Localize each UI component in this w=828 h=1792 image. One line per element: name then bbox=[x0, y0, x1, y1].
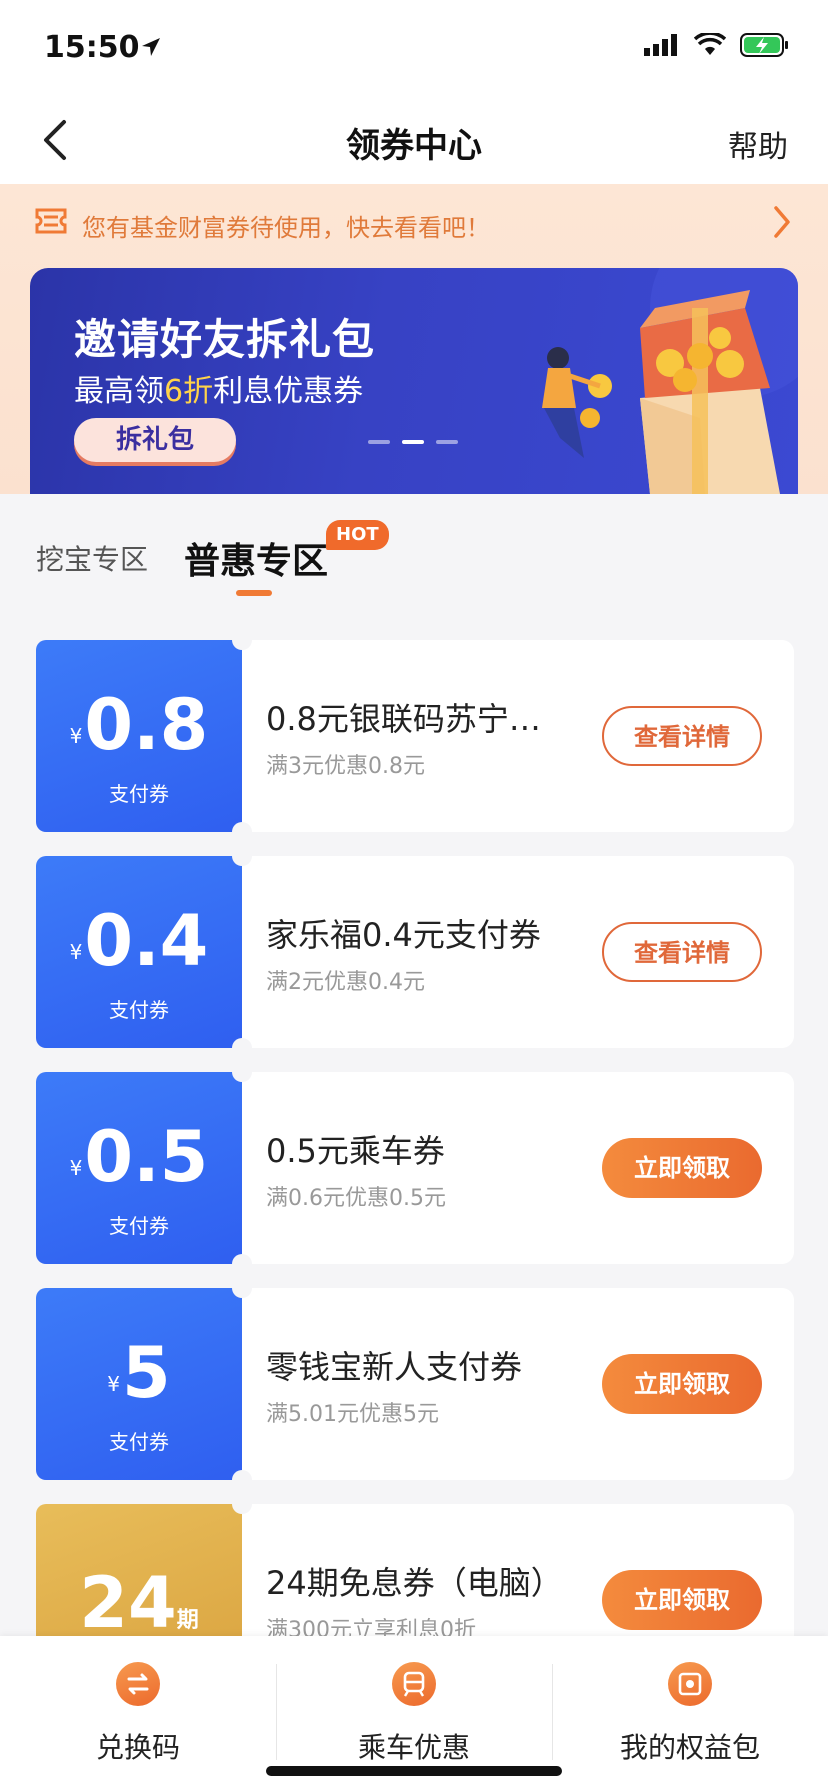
coupon-amount: ¥0.5 bbox=[36, 1122, 242, 1192]
benefit-pack-icon bbox=[668, 1662, 712, 1706]
exchange-icon bbox=[116, 1662, 160, 1706]
coupon-notch bbox=[232, 630, 252, 650]
coupon-notch bbox=[232, 846, 252, 866]
location-arrow-icon bbox=[142, 38, 160, 56]
status-bar: 15:50 bbox=[0, 0, 828, 96]
promo-area: 您有基金财富券待使用，快去看看吧！ 邀请好友拆礼包 最高领6折利息优惠券 拆礼包 bbox=[0, 184, 828, 494]
coupon-amount-unit: 期 bbox=[176, 1608, 199, 1633]
coupon-amount-value: 5 bbox=[122, 1332, 171, 1414]
active-tab-indicator bbox=[236, 590, 272, 596]
notice-text: 您有基金财富券待使用，快去看看吧！ bbox=[82, 214, 490, 242]
coupon-name: 零钱宝新人支付券 bbox=[266, 1348, 523, 1386]
coupon-name: 24期免息券（电脑） bbox=[266, 1564, 563, 1602]
carousel-dots bbox=[368, 440, 458, 444]
chevron-right-icon bbox=[774, 206, 790, 238]
coupon-amount: 24期 bbox=[36, 1568, 242, 1638]
tab-treasure[interactable]: 挖宝专区 bbox=[36, 538, 148, 578]
coupon-kind: 支付券 bbox=[109, 782, 169, 806]
status-time: 15:50 bbox=[44, 30, 140, 65]
coupon-value-panel: ¥0.8 支付券 bbox=[36, 640, 242, 832]
exchange-code-label: 兑换码 bbox=[95, 1731, 180, 1764]
coupon-notch bbox=[232, 1062, 252, 1082]
coupon-amount: ¥0.8 bbox=[36, 690, 242, 760]
coupon-notch bbox=[232, 1278, 252, 1298]
tab-inclusive[interactable]: 普惠专区 bbox=[184, 532, 328, 584]
wifi-icon bbox=[694, 33, 726, 55]
coupon-notch bbox=[232, 822, 252, 842]
carousel-dot bbox=[368, 440, 390, 444]
banner-subtitle: 最高领6折利息优惠券 bbox=[74, 366, 363, 410]
banner-subtitle-post: 利息优惠券 bbox=[213, 374, 364, 409]
battery-charging-icon bbox=[740, 33, 788, 57]
currency-symbol: ¥ bbox=[107, 1372, 120, 1396]
coupon-amount: ¥5 bbox=[36, 1338, 242, 1408]
coupon-value-panel: ¥0.4 支付券 bbox=[36, 856, 242, 1048]
currency-symbol: ¥ bbox=[69, 940, 83, 964]
coupon-amount: ¥0.4 bbox=[36, 906, 242, 976]
coupon-value-panel: ¥5 支付券 bbox=[36, 1288, 242, 1480]
coupon-card: ¥0.8 支付券 0.8元银联码苏宁… 满3元优惠0.8元 查看详情 bbox=[36, 630, 794, 842]
coupon-name: 0.5元乘车券 bbox=[266, 1132, 445, 1170]
ride-discount-label: 乘车优惠 bbox=[357, 1731, 470, 1764]
coupon-info-panel: 0.8元银联码苏宁… 满3元优惠0.8元 查看详情 bbox=[242, 640, 794, 832]
coupon-name: 家乐福0.4元支付券 bbox=[266, 916, 541, 954]
tab-bar: 挖宝专区 普惠专区 HOT bbox=[0, 494, 828, 604]
gift-box-illustration bbox=[542, 268, 798, 494]
coupon-amount-value: 0.8 bbox=[84, 684, 209, 766]
coupon-notch bbox=[232, 1494, 252, 1514]
claim-now-button[interactable]: 立即领取 bbox=[602, 1354, 762, 1414]
nav-bar: 领券中心 帮助 bbox=[0, 96, 828, 184]
my-benefits-label: 我的权益包 bbox=[619, 1731, 760, 1764]
coupon-card: ¥5 支付券 零钱宝新人支付券 满5.01元优惠5元 立即领取 bbox=[36, 1278, 794, 1490]
coupon-amount-value: 0.4 bbox=[84, 900, 209, 982]
my-benefits-button[interactable]: 我的权益包 bbox=[552, 1636, 828, 1776]
exchange-code-button[interactable]: 兑换码 bbox=[0, 1636, 276, 1776]
ride-discount-button[interactable]: 乘车优惠 bbox=[276, 1636, 552, 1776]
currency-symbol: ¥ bbox=[69, 724, 83, 748]
ticket-icon bbox=[35, 208, 67, 234]
coupon-card: ¥0.4 支付券 家乐福0.4元支付券 满2元优惠0.4元 查看详情 bbox=[36, 846, 794, 1058]
coupon-kind: 支付券 bbox=[109, 1214, 169, 1238]
page-title: 领券中心 bbox=[346, 126, 482, 166]
view-details-button[interactable]: 查看详情 bbox=[602, 706, 762, 766]
coupon-condition: 满5.01元优惠5元 bbox=[266, 1402, 439, 1427]
carousel-dot-active bbox=[402, 440, 424, 444]
carousel-dot bbox=[436, 440, 458, 444]
coupon-condition: 满2元优惠0.4元 bbox=[266, 970, 425, 995]
coupon-notch bbox=[232, 1470, 252, 1490]
invite-banner[interactable]: 邀请好友拆礼包 最高领6折利息优惠券 拆礼包 bbox=[30, 268, 798, 494]
coupon-notch bbox=[232, 1038, 252, 1058]
coupon-info-panel: 零钱宝新人支付券 满5.01元优惠5元 立即领取 bbox=[242, 1288, 794, 1480]
banner-subtitle-highlight: 6折 bbox=[164, 374, 214, 409]
currency-symbol: ¥ bbox=[69, 1156, 83, 1180]
coupon-value-panel: ¥0.5 支付券 bbox=[36, 1072, 242, 1264]
train-icon bbox=[392, 1662, 436, 1706]
coupon-name: 0.8元银联码苏宁… bbox=[266, 700, 541, 738]
claim-now-button[interactable]: 立即领取 bbox=[602, 1570, 762, 1630]
banner-title: 邀请好友拆礼包 bbox=[74, 315, 376, 364]
notice-bar[interactable]: 您有基金财富券待使用，快去看看吧！ bbox=[0, 184, 828, 264]
coupon-amount-value: 24 bbox=[79, 1562, 177, 1644]
coupon-condition: 满0.6元优惠0.5元 bbox=[266, 1186, 446, 1211]
banner-subtitle-pre: 最高领 bbox=[74, 374, 164, 409]
coupon-info-panel: 0.5元乘车券 满0.6元优惠0.5元 立即领取 bbox=[242, 1072, 794, 1264]
coupon-condition: 满3元优惠0.8元 bbox=[266, 754, 425, 779]
coupon-kind: 支付券 bbox=[109, 998, 169, 1022]
coupon-amount-value: 0.5 bbox=[84, 1116, 209, 1198]
help-button[interactable]: 帮助 bbox=[728, 122, 788, 166]
open-gift-button[interactable]: 拆礼包 bbox=[74, 418, 236, 462]
coupon-card: ¥0.5 支付券 0.5元乘车券 满0.6元优惠0.5元 立即领取 bbox=[36, 1062, 794, 1274]
view-details-button[interactable]: 查看详情 bbox=[602, 922, 762, 982]
coupon-notch bbox=[232, 1254, 252, 1274]
hot-badge: HOT bbox=[326, 520, 389, 550]
status-icons bbox=[644, 32, 790, 58]
claim-now-button[interactable]: 立即领取 bbox=[602, 1138, 762, 1198]
signal-icon bbox=[644, 34, 677, 56]
coupon-info-panel: 家乐福0.4元支付券 满2元优惠0.4元 查看详情 bbox=[242, 856, 794, 1048]
home-indicator bbox=[266, 1766, 562, 1776]
coupon-kind: 支付券 bbox=[109, 1430, 169, 1454]
